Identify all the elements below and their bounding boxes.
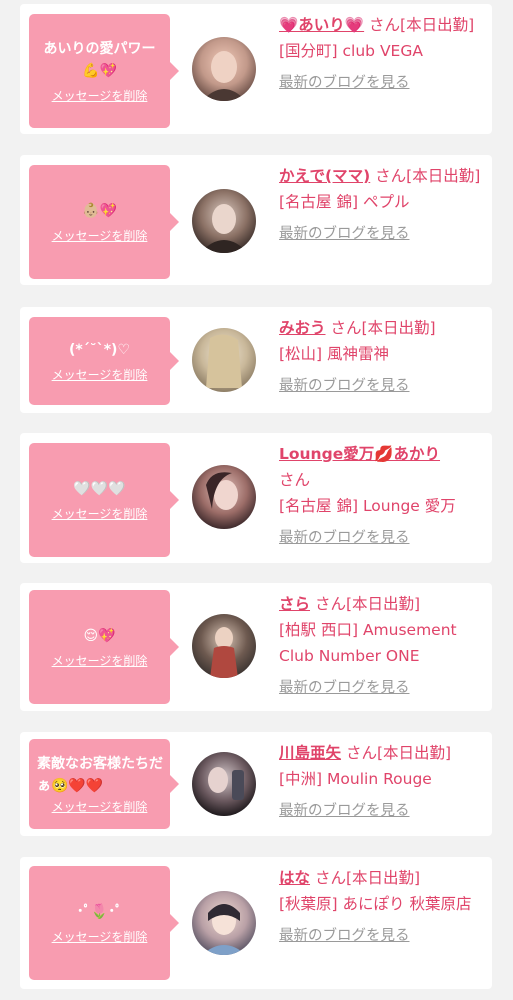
delete-message-link[interactable]: メッセージを削除	[52, 653, 148, 669]
shop-name: [秋葉原] あにぽり 秋葉原店	[279, 895, 472, 913]
avatar[interactable]	[192, 891, 256, 955]
cast-name-link[interactable]: さら	[279, 595, 310, 613]
avatar[interactable]	[192, 328, 256, 392]
message-bubble: 😌💖 メッセージを削除	[29, 590, 179, 704]
shop-name: [名古屋 錦] Lounge 愛万	[279, 497, 456, 515]
avatar-image	[192, 328, 256, 392]
delete-message-link[interactable]: メッセージを削除	[52, 799, 148, 815]
message-bubble: 🤍🤍🤍 メッセージを削除	[29, 443, 179, 557]
avatar-image	[192, 37, 256, 101]
latest-blog-link[interactable]: 最新のブログを見る	[279, 675, 489, 701]
message-card: 😌💖 メッセージを削除 さら さん[本日出勤] [柏駅 西口] Amusemen…	[20, 583, 492, 711]
shop-name: [柏駅 西口] Amusement Club Number ONE	[279, 621, 457, 665]
message-bubble: ･ﾟ🌷･ﾟ メッセージを削除	[29, 866, 179, 980]
message-card: 素敵なお客様たちだぁ🥺❤️❤️ メッセージを削除 川島亜矢 さん[本日出勤] […	[20, 732, 492, 836]
latest-blog-link[interactable]: 最新のブログを見る	[279, 373, 489, 399]
message-text: 😌💖	[83, 628, 116, 644]
cast-info: かえで(ママ) さん[本日出勤] [名古屋 錦] ペプル 最新のブログを見る	[279, 163, 489, 247]
cast-status: さん[本日出勤]	[341, 744, 452, 762]
cast-name-link[interactable]: Lounge愛万💋あかり	[279, 445, 440, 463]
cast-name-link[interactable]: はな	[279, 869, 310, 887]
cast-status: さん	[279, 471, 311, 489]
cast-status: さん[本日出勤]	[364, 16, 475, 34]
message-text: 👶🏼💖	[82, 203, 117, 219]
shop-name: [名古屋 錦] ペプル	[279, 193, 410, 211]
cast-status: さん[本日出勤]	[325, 319, 436, 337]
message-card: あいりの愛パワー 💪💖 メッセージを削除 💗あいり💗 さん[本日出勤] [国分町…	[20, 4, 492, 134]
cast-info: はな さん[本日出勤] [秋葉原] あにぽり 秋葉原店 最新のブログを見る	[279, 865, 489, 949]
delete-message-link[interactable]: メッセージを削除	[52, 88, 148, 104]
delete-message-link[interactable]: メッセージを削除	[52, 367, 148, 383]
cast-name-link[interactable]: かえで(ママ)	[279, 167, 370, 185]
latest-blog-link[interactable]: 最新のブログを見る	[279, 923, 489, 949]
message-text: あいりの愛パワー 💪💖	[43, 41, 156, 79]
avatar-image	[192, 752, 256, 816]
latest-blog-link[interactable]: 最新のブログを見る	[279, 525, 489, 551]
message-card: 👶🏼💖 メッセージを削除 かえで(ママ) さん[本日出勤] [名古屋 錦] ペプ…	[20, 155, 492, 285]
cast-info: 川島亜矢 さん[本日出勤] [中洲] Moulin Rouge 最新のブログを見…	[279, 740, 489, 824]
cast-name-link[interactable]: 💗あいり💗	[279, 16, 364, 34]
message-bubble: 素敵なお客様たちだぁ🥺❤️❤️ メッセージを削除	[29, 739, 179, 829]
avatar-image	[192, 891, 256, 955]
avatar[interactable]	[192, 465, 256, 529]
cast-info: Lounge愛万💋あかり さん [名古屋 錦] Lounge 愛万 最新のブログ…	[279, 441, 489, 551]
message-bubble: 👶🏼💖 メッセージを削除	[29, 165, 179, 279]
avatar-image	[192, 189, 256, 253]
message-bubble: (*´˘`*)♡ メッセージを削除	[29, 317, 179, 405]
cast-name-link[interactable]: 川島亜矢	[279, 744, 341, 762]
avatar[interactable]	[192, 37, 256, 101]
latest-blog-link[interactable]: 最新のブログを見る	[279, 221, 489, 247]
avatar[interactable]	[192, 752, 256, 816]
cast-status: さん[本日出勤]	[310, 595, 421, 613]
shop-name: [国分町] club VEGA	[279, 42, 423, 60]
shop-name: [中洲] Moulin Rouge	[279, 770, 432, 788]
delete-message-link[interactable]: メッセージを削除	[52, 228, 148, 244]
latest-blog-link[interactable]: 最新のブログを見る	[279, 798, 489, 824]
cast-info: みおう さん[本日出勤] [松山] 風神雷神 最新のブログを見る	[279, 315, 489, 399]
message-text: 素敵なお客様たちだぁ🥺❤️❤️	[37, 756, 163, 794]
latest-blog-link[interactable]: 最新のブログを見る	[279, 70, 489, 96]
cast-status: さん[本日出勤]	[310, 869, 421, 887]
message-text: (*´˘`*)♡	[69, 342, 130, 358]
delete-message-link[interactable]: メッセージを削除	[52, 929, 148, 945]
cast-info: さら さん[本日出勤] [柏駅 西口] Amusement Club Numbe…	[279, 591, 489, 701]
message-text: ･ﾟ🌷･ﾟ	[76, 904, 123, 920]
message-bubble: あいりの愛パワー 💪💖 メッセージを削除	[29, 14, 179, 128]
cast-name-link[interactable]: みおう	[279, 319, 326, 337]
avatar-image	[192, 614, 256, 678]
message-card: (*´˘`*)♡ メッセージを削除 みおう さん[本日出勤] [松山] 風神雷神…	[20, 307, 492, 413]
cast-status: さん[本日出勤]	[370, 167, 481, 185]
message-text: 🤍🤍🤍	[73, 481, 126, 497]
cast-info: 💗あいり💗 さん[本日出勤] [国分町] club VEGA 最新のブログを見る	[279, 12, 489, 96]
shop-name: [松山] 風神雷神	[279, 345, 390, 363]
message-card: 🤍🤍🤍 メッセージを削除 Lounge愛万💋あかり さん [名古屋 錦] Lou…	[20, 433, 492, 563]
message-card: ･ﾟ🌷･ﾟ メッセージを削除 はな さん[本日出勤] [秋葉原] あにぽり 秋葉…	[20, 857, 492, 989]
delete-message-link[interactable]: メッセージを削除	[52, 506, 148, 522]
avatar[interactable]	[192, 614, 256, 678]
avatar[interactable]	[192, 189, 256, 253]
avatar-image	[192, 465, 256, 529]
